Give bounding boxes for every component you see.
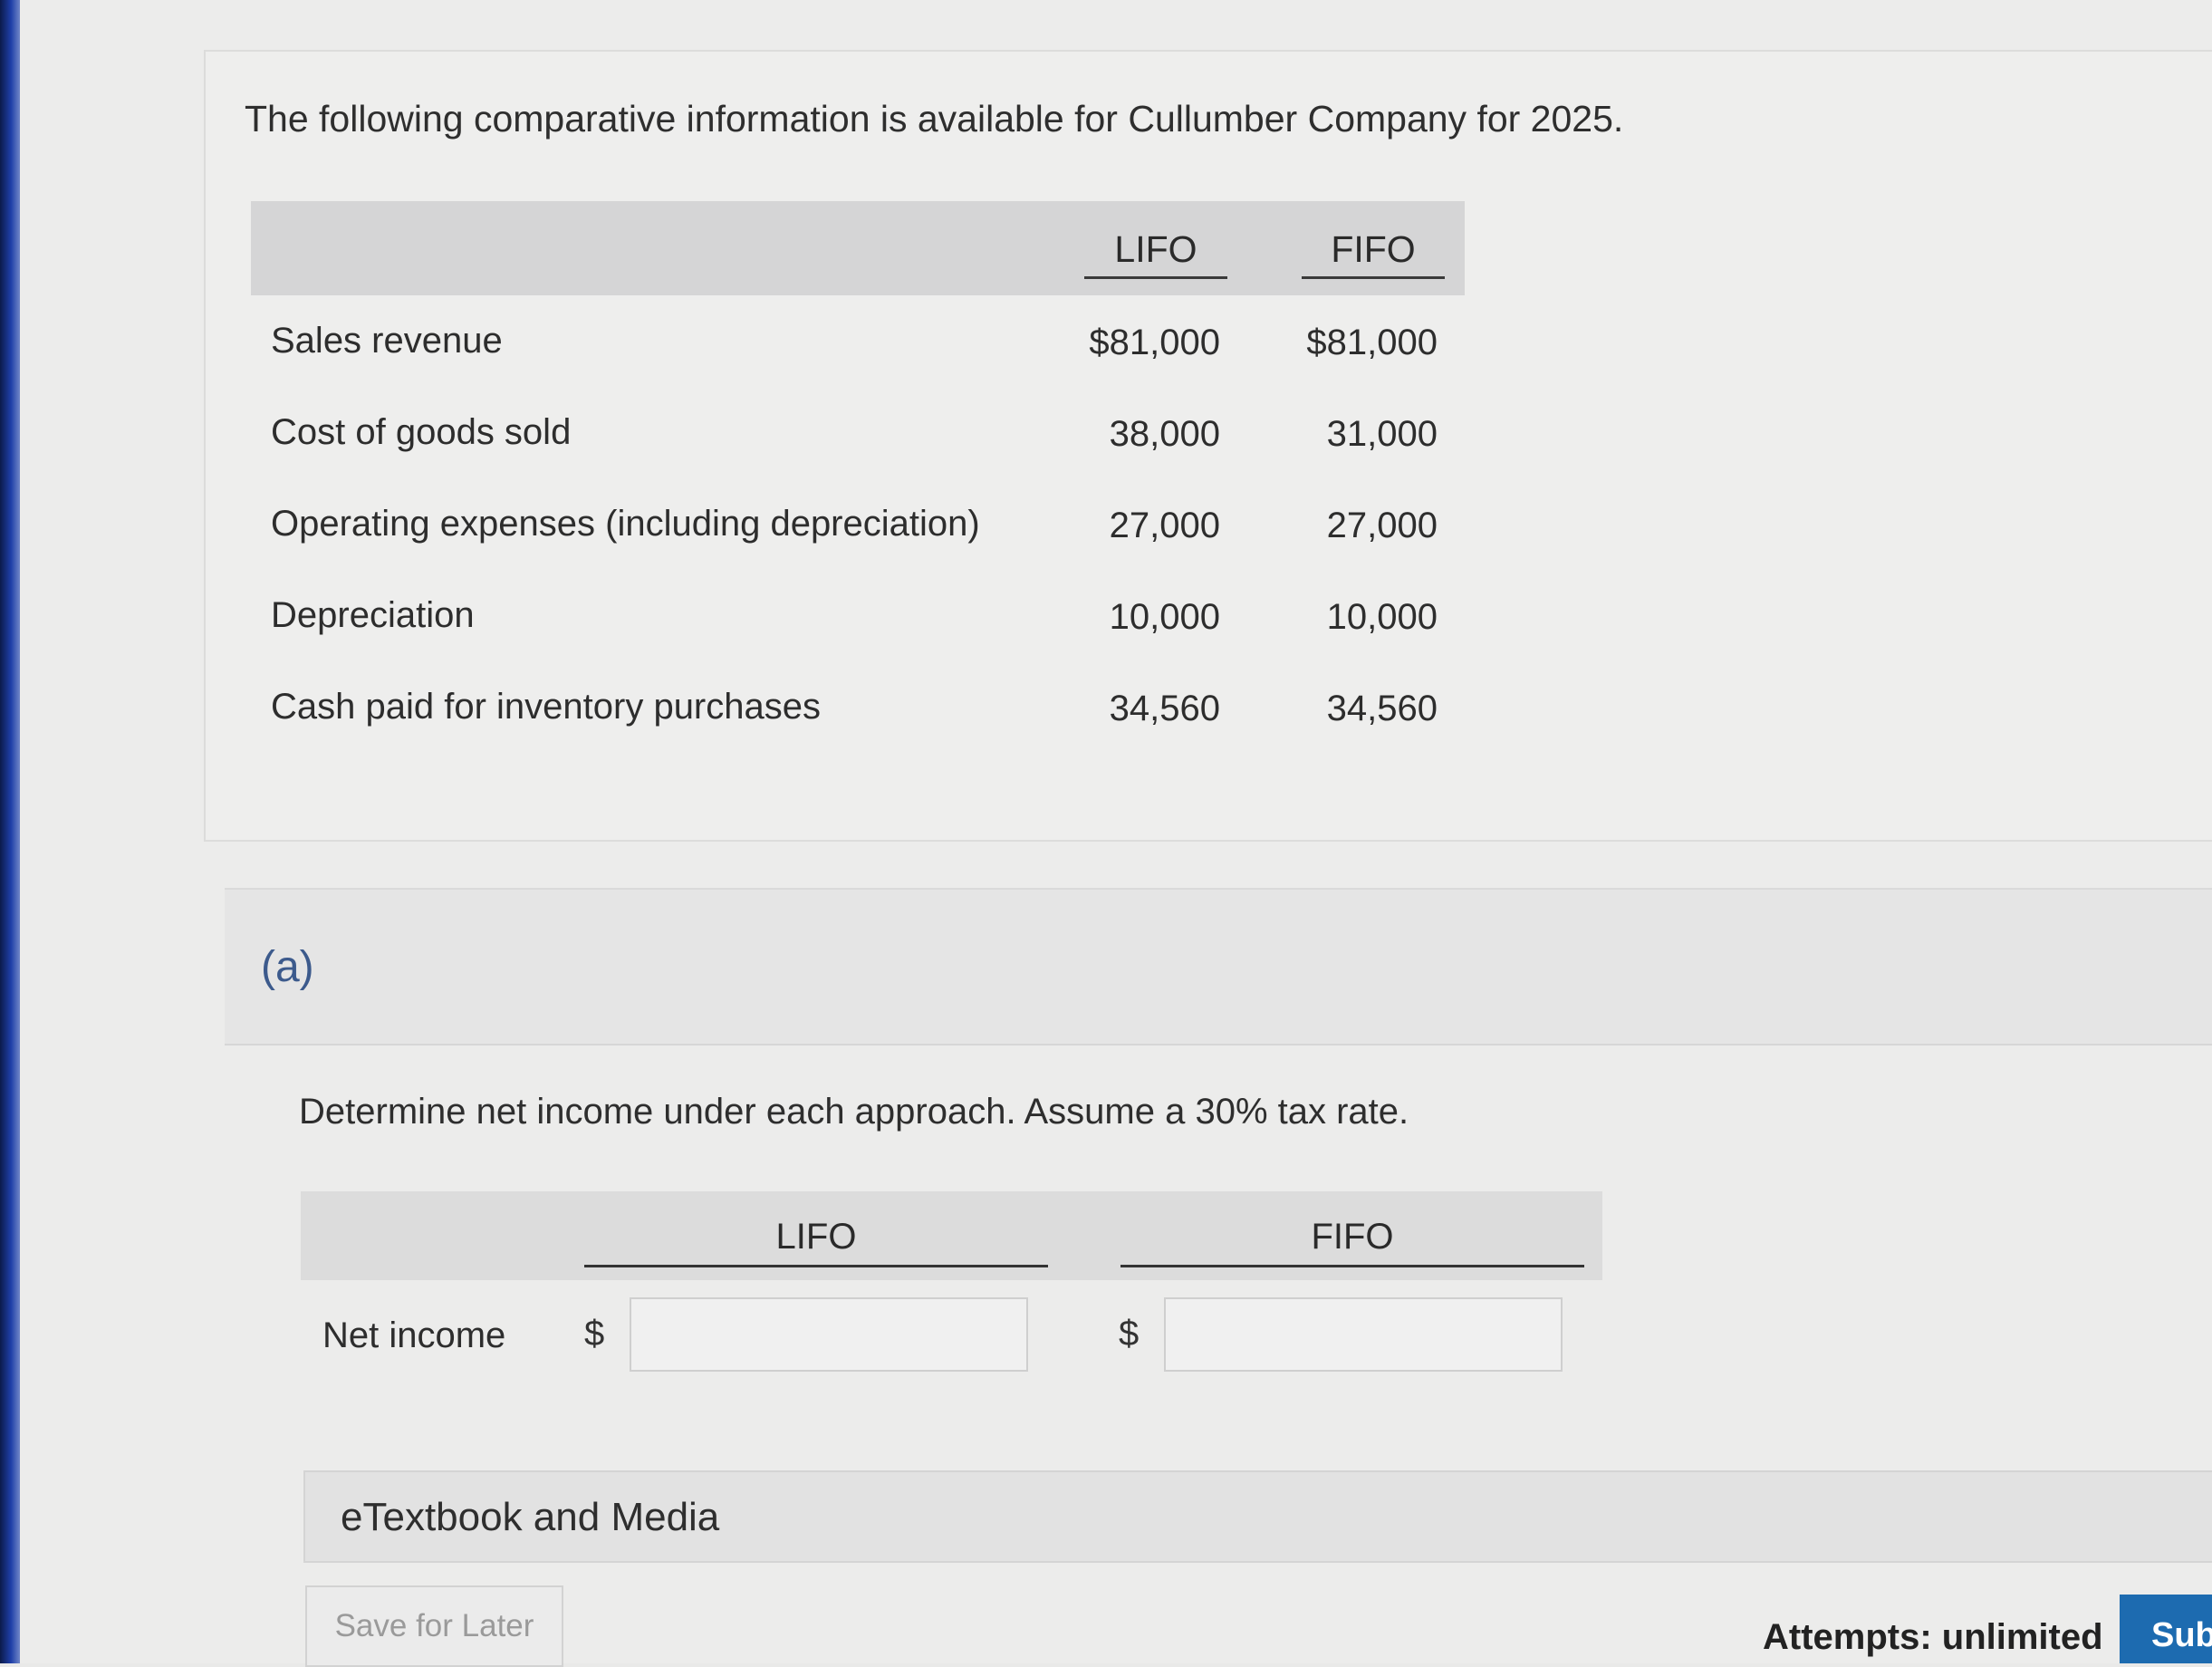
fifo-value: $81,000 — [1306, 323, 1438, 362]
lifo-value: 38,000 — [1109, 414, 1220, 454]
lifo-value: 34,560 — [1109, 689, 1220, 728]
column-header-lifo: LIFO — [1084, 228, 1227, 279]
table-row: Depreciation 10,000 10,000 — [251, 570, 1465, 661]
submit-button[interactable]: Submit — [2120, 1595, 2212, 1663]
row-label: Sales revenue — [271, 321, 503, 361]
row-label: Cash paid for inventory purchases — [271, 687, 821, 727]
row-label: Cost of goods sold — [271, 412, 572, 452]
save-for-later-button[interactable]: Save for Later — [305, 1585, 563, 1667]
etextbook-media-label[interactable]: eTextbook and Media — [341, 1495, 719, 1540]
row-label: Depreciation — [271, 595, 475, 635]
table-row: Sales revenue $81,000 $81,000 — [251, 295, 1465, 387]
column-header-fifo: FIFO — [1302, 228, 1445, 279]
answer-table-header: LIFO FIFO — [301, 1191, 1602, 1280]
net-income-lifo-input[interactable] — [630, 1297, 1028, 1372]
fifo-value: 34,560 — [1326, 689, 1438, 728]
fifo-value: 10,000 — [1326, 597, 1438, 637]
row-label: Operating expenses (including depreciati… — [271, 504, 980, 544]
part-label: (a) — [261, 943, 314, 991]
attempts-text: Attempts: unlimited — [1763, 1617, 2103, 1657]
question-text: Determine net income under each approach… — [299, 1092, 1409, 1132]
problem-intro: The following comparative information is… — [245, 98, 1624, 140]
currency-symbol-lifo: $ — [584, 1314, 605, 1354]
answer-header-lifo: LIFO — [584, 1217, 1048, 1267]
lifo-value: 10,000 — [1109, 597, 1220, 637]
table-row: Cost of goods sold 38,000 31,000 — [251, 387, 1465, 478]
net-income-fifo-input[interactable] — [1164, 1297, 1563, 1372]
part-a-header — [225, 888, 2212, 1045]
table-header: LIFO FIFO — [251, 201, 1465, 295]
currency-symbol-fifo: $ — [1119, 1314, 1140, 1354]
table-row: Operating expenses (including depreciati… — [251, 478, 1465, 570]
comparative-info-table: LIFO FIFO Sales revenue $81,000 $81,000 … — [251, 201, 1465, 753]
lifo-value: 27,000 — [1109, 506, 1220, 545]
monitor-bezel — [0, 0, 20, 1663]
net-income-label: Net income — [322, 1315, 506, 1355]
fifo-value: 31,000 — [1326, 414, 1438, 454]
table-row: Cash paid for inventory purchases 34,560… — [251, 661, 1465, 753]
lifo-value: $81,000 — [1089, 323, 1220, 362]
answer-header-fifo: FIFO — [1120, 1217, 1584, 1267]
fifo-value: 27,000 — [1326, 506, 1438, 545]
